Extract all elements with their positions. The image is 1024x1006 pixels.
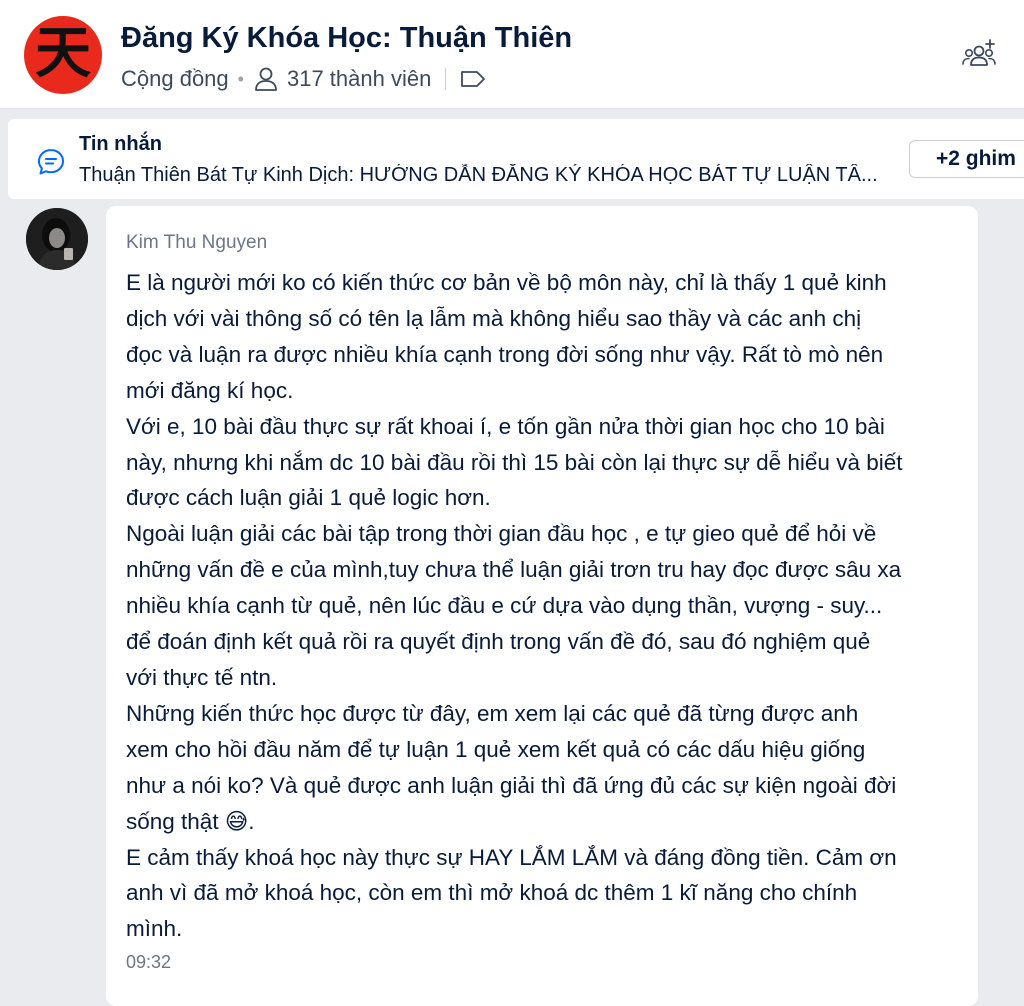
more-pins-button[interactable]: +2 ghim: [909, 140, 1024, 178]
chat-bubble-icon: [38, 149, 64, 175]
message-line: dịch với vài thông số có tên lạ lẫm mà k…: [126, 305, 862, 331]
tag-icon[interactable]: [460, 68, 486, 90]
group-title: Đăng Ký Khóa Học: Thuận Thiên: [121, 22, 573, 54]
sender-avatar[interactable]: [26, 208, 88, 270]
message-line: để đoán định kết quả rồi ra quyết định t…: [126, 629, 871, 655]
message-line: xem cho hồi đầu năm để tự luận 1 quẻ xem…: [126, 736, 866, 762]
message-line: Với e, 10 bài đầu thực sự rất khoai í, e…: [126, 413, 885, 439]
meta-separator-dot: •: [237, 68, 244, 89]
message-line: những vấn đề e của mình,tuy chưa thể luậ…: [126, 557, 902, 583]
message-text: E là người mới ko có kiến thức cơ bản về…: [126, 265, 966, 947]
message-line: nhiều khía cạnh từ quẻ, nên lúc đầu e cứ…: [126, 593, 883, 619]
message-line: đọc và luận ra được nhiều khía cạnh tron…: [126, 341, 884, 367]
message-line: mới đăng kí học.: [126, 377, 294, 403]
message-line: E là người mới ko có kiến thức cơ bản về…: [126, 270, 887, 295]
pinned-label: Tin nhắn: [79, 133, 162, 155]
person-icon: [255, 67, 277, 91]
message-line: được cách luận giải 1 quẻ logic hơn.: [126, 485, 491, 511]
message-bubble[interactable]: Kim Thu Nguyen E là người mới ko có kiến…: [106, 206, 978, 1006]
member-count[interactable]: 317 thành viên: [287, 66, 431, 92]
group-avatar[interactable]: 天: [24, 16, 102, 94]
add-group-member-icon: [962, 39, 996, 66]
conversation-header: 天 Đăng Ký Khóa Học: Thuận Thiên Cộng đồn…: [0, 0, 1024, 109]
add-member-button[interactable]: [960, 36, 1000, 72]
message-line: như a nói ko? Và quẻ được anh luận giải …: [126, 772, 897, 798]
message-line: anh vì đã mở khoá học, còn em thì mở kho…: [126, 880, 858, 906]
pinned-message-text[interactable]: Thuận Thiên Bát Tự Kinh Dịch: HƯỚNG DẪN …: [79, 164, 889, 187]
group-avatar-glyph: 天: [35, 20, 91, 86]
sender-name[interactable]: Kim Thu Nguyen: [126, 232, 267, 254]
pinned-message-bar[interactable]: Tin nhắn Thuận Thiên Bát Tự Kinh Dịch: H…: [8, 119, 1024, 199]
sender-photo: [26, 208, 88, 270]
message-line: E cảm thấy khoá học này thực sự HAY LẮM …: [126, 844, 897, 870]
message-line: Ngoài luận giải các bài tập trong thời g…: [126, 521, 877, 547]
message-line: mình.: [126, 916, 183, 942]
message-line: sống thật 😅.: [126, 808, 255, 834]
community-label: Cộng đồng: [121, 66, 229, 91]
meta-divider: [445, 68, 447, 90]
group-meta: Cộng đồng • 317 thành viên: [121, 64, 486, 94]
message-line: với thực tế ntn.: [126, 664, 278, 690]
message-line: này, nhưng khi nắm dc 10 bài đầu rồi thì…: [126, 449, 903, 475]
message-time: 09:32: [126, 952, 172, 972]
message-line: Những kiến thức học được từ đây, em xem …: [126, 700, 859, 726]
